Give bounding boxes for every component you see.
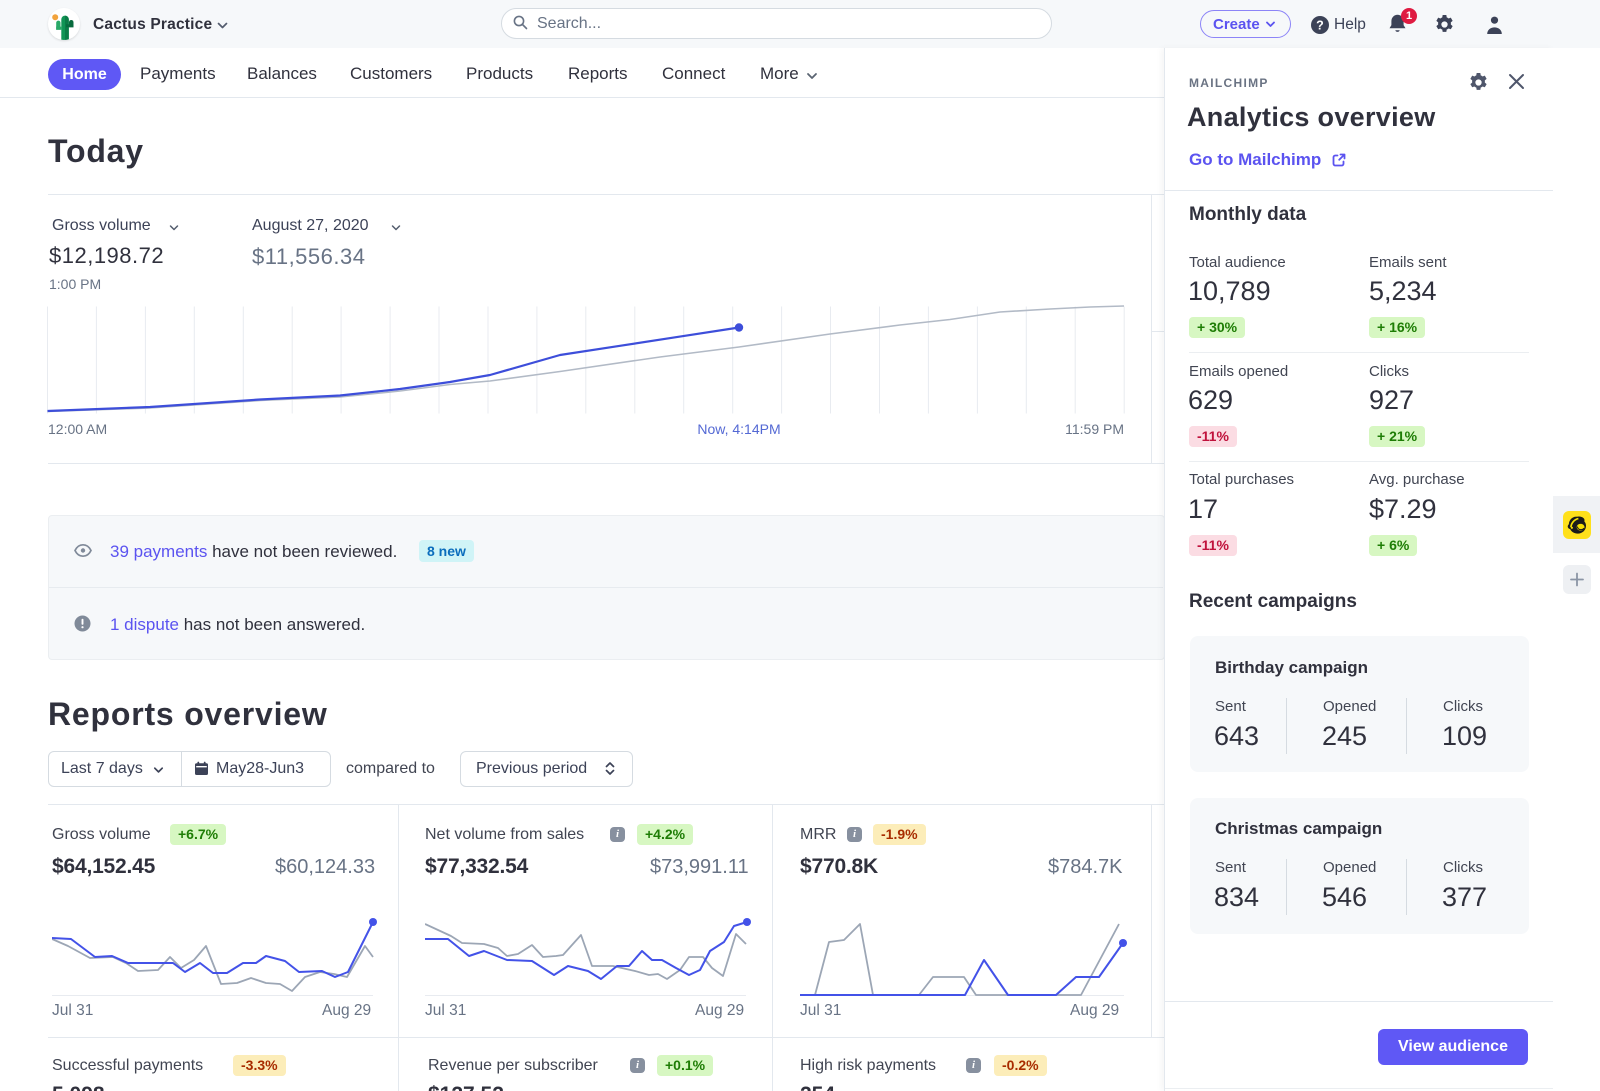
svg-text:?: ? — [1316, 18, 1324, 32]
